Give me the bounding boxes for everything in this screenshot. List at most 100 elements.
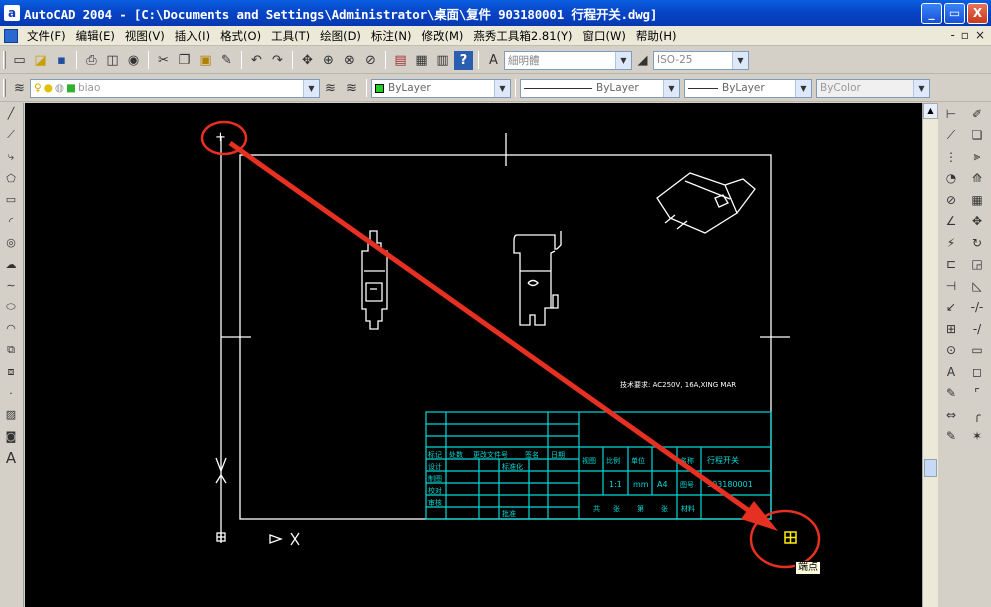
doc-restore-button[interactable]: ▫ — [961, 28, 969, 42]
menu-draw[interactable]: 绘图(D) — [315, 28, 366, 44]
baseline-dimension-icon[interactable]: ⊏ — [940, 254, 962, 276]
maximize-button[interactable]: ▭ — [944, 3, 965, 24]
continue-dimension-icon[interactable]: ⊣ — [940, 275, 962, 297]
multiline-text-icon[interactable]: A — [0, 447, 22, 469]
diameter-dimension-icon[interactable]: ⊘ — [940, 189, 962, 211]
menu-window[interactable]: 窗口(W) — [578, 28, 631, 44]
line-icon[interactable]: ╱ — [0, 103, 22, 125]
undo-icon[interactable]: ↶ — [247, 51, 266, 70]
break-icon[interactable]: ▭ — [966, 340, 988, 362]
copy-object-icon[interactable]: ❏ — [966, 125, 988, 147]
menu-yanxiu-toolbox[interactable]: 燕秀工具箱2.81(Y) — [468, 28, 577, 44]
text-style-combo[interactable]: 細明體 ▼ — [504, 50, 632, 70]
menu-format[interactable]: 格式(O) — [215, 28, 266, 44]
make-layer-current-icon[interactable]: ≋ — [321, 79, 340, 98]
new-file-icon[interactable]: ▭ — [10, 51, 29, 70]
menu-help[interactable]: 帮助(H) — [631, 28, 682, 44]
stretch-icon[interactable]: ◺ — [966, 275, 988, 297]
spline-icon[interactable]: ∼ — [0, 275, 22, 297]
zoom-window-icon[interactable]: ⊗ — [340, 51, 359, 70]
scale-icon[interactable]: ◲ — [966, 254, 988, 276]
minimize-button[interactable]: _ — [921, 3, 942, 24]
publish-icon[interactable]: ◉ — [124, 51, 143, 70]
insert-block-icon[interactable]: ⧉ — [0, 340, 22, 362]
arc-icon[interactable]: ◜ — [0, 211, 22, 233]
ellipse-icon[interactable]: ⬭ — [0, 297, 22, 319]
doc-close-button[interactable]: × — [975, 28, 985, 42]
menu-edit[interactable]: 编辑(E) — [71, 28, 120, 44]
dimension-style-manager-icon[interactable]: ✎ — [940, 426, 962, 448]
array-icon[interactable]: ▦ — [966, 189, 988, 211]
redo-icon[interactable]: ↷ — [268, 51, 287, 70]
pan-icon[interactable]: ✥ — [298, 51, 317, 70]
quick-dimension-icon[interactable]: ⚡ — [940, 232, 962, 254]
region-icon[interactable]: ◙ — [0, 426, 22, 448]
doc-minimize-button[interactable]: - — [950, 28, 954, 42]
dimension-style-icon[interactable]: ◢ — [633, 51, 652, 70]
ellipse-arc-icon[interactable]: ◠ — [0, 318, 22, 340]
polyline-icon[interactable]: ⤷ — [0, 146, 22, 168]
cut-icon[interactable]: ✂ — [154, 51, 173, 70]
aligned-dimension-icon[interactable]: ⟋ — [940, 125, 962, 147]
erase-icon[interactable]: ✐ — [966, 103, 988, 125]
toolbar-grip[interactable] — [3, 51, 6, 69]
plot-preview-icon[interactable]: ◫ — [103, 51, 122, 70]
circle-icon[interactable]: ◎ — [0, 232, 22, 254]
print-icon[interactable]: ⎙ — [82, 51, 101, 70]
plot-style-combo[interactable]: ByColor ▼ — [816, 78, 930, 98]
menu-tools[interactable]: 工具(T) — [266, 28, 315, 44]
menu-view[interactable]: 视图(V) — [120, 28, 170, 44]
point-icon[interactable]: · — [0, 383, 22, 405]
move-icon[interactable]: ✥ — [966, 211, 988, 233]
scroll-thumb[interactable] — [924, 459, 937, 477]
tool-palettes-icon[interactable]: ▥ — [433, 51, 452, 70]
dimension-update-icon[interactable]: ⇔ — [940, 404, 962, 426]
construction-line-icon[interactable]: ⟋ — [0, 125, 22, 147]
fillet-icon[interactable]: ╭ — [966, 404, 988, 426]
revision-cloud-icon[interactable]: ☁ — [0, 254, 22, 276]
dimension-text-edit-icon[interactable]: ✎ — [940, 383, 962, 405]
toolbar-grip[interactable] — [3, 79, 6, 97]
extend-icon[interactable]: -/ — [966, 318, 988, 340]
menu-dimension[interactable]: 标注(N) — [366, 28, 417, 44]
close-button[interactable]: X — [967, 3, 988, 24]
color-combo[interactable]: ByLayer ▼ — [371, 78, 511, 98]
document-icon[interactable] — [4, 28, 18, 43]
linetype-combo[interactable]: ByLayer ▼ — [520, 78, 680, 98]
trim-icon[interactable]: -/- — [966, 297, 988, 319]
dimension-edit-icon[interactable]: A — [940, 361, 962, 383]
offset-icon[interactable]: ⟰ — [966, 168, 988, 190]
hatch-icon[interactable]: ▨ — [0, 404, 22, 426]
save-icon[interactable]: ▪ — [52, 51, 71, 70]
paste-icon[interactable]: ▣ — [196, 51, 215, 70]
autocad-app-icon[interactable]: a — [4, 5, 20, 21]
break-at-point-icon[interactable]: ◻ — [966, 361, 988, 383]
make-block-icon[interactable]: ⧈ — [0, 361, 22, 383]
tolerance-icon[interactable]: ⊞ — [940, 318, 962, 340]
lineweight-combo[interactable]: ByLayer ▼ — [684, 78, 812, 98]
layer-previous-icon[interactable]: ≋ — [342, 79, 361, 98]
chamfer-icon[interactable]: ⌜ — [966, 383, 988, 405]
quick-leader-icon[interactable]: ↙ — [940, 297, 962, 319]
ordinate-dimension-icon[interactable]: ⋮ — [940, 146, 962, 168]
angular-dimension-icon[interactable]: ∠ — [940, 211, 962, 233]
zoom-previous-icon[interactable]: ⊘ — [361, 51, 380, 70]
layer-combo[interactable]: ♀ ● ◍ ■ biao ▼ — [30, 78, 320, 98]
copy-icon[interactable]: ❐ — [175, 51, 194, 70]
menu-modify[interactable]: 修改(M) — [417, 28, 469, 44]
rectangle-icon[interactable]: ▭ — [0, 189, 22, 211]
radius-dimension-icon[interactable]: ◔ — [940, 168, 962, 190]
polygon-icon[interactable]: ⬠ — [0, 168, 22, 190]
menu-file[interactable]: 文件(F) — [22, 28, 71, 44]
drawing-canvas[interactable]: 行程开关 903180001 1:1 mm A4 标记 设计 制图 校对 审核 … — [25, 103, 922, 607]
layer-manager-icon[interactable]: ≋ — [10, 79, 29, 98]
design-center-icon[interactable]: ▦ — [412, 51, 431, 70]
vertical-scrollbar[interactable]: ▲ — [922, 103, 938, 607]
menu-insert[interactable]: 插入(I) — [170, 28, 215, 44]
open-file-icon[interactable]: ◪ — [31, 51, 50, 70]
scroll-up-arrow[interactable]: ▲ — [923, 103, 938, 119]
help-icon[interactable]: ? — [454, 50, 473, 70]
dimension-style-combo[interactable]: ISO-25 ▼ — [653, 50, 749, 70]
properties-icon[interactable]: ▤ — [391, 51, 410, 70]
center-mark-icon[interactable]: ⊙ — [940, 340, 962, 362]
